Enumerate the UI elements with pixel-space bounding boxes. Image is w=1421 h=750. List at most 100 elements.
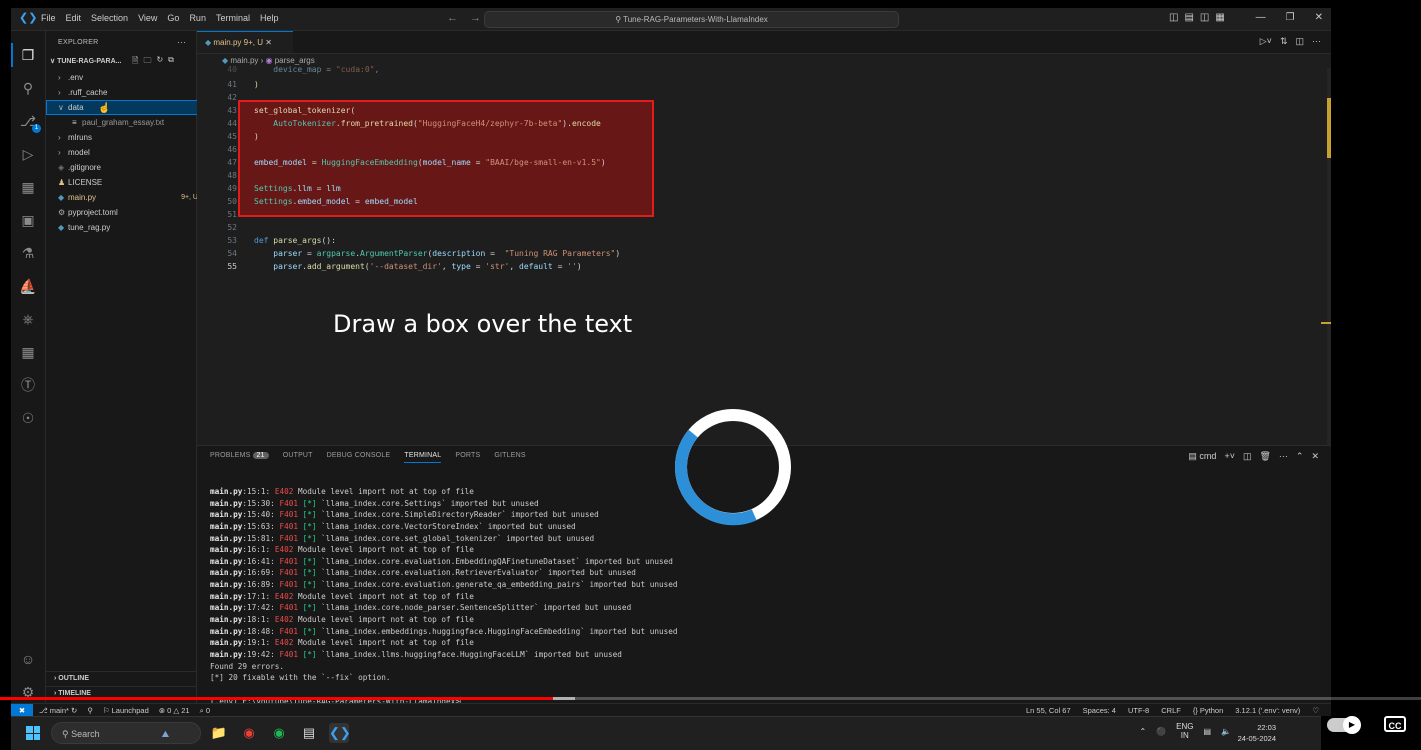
menu-help[interactable]: Help xyxy=(260,13,279,23)
more-actions-icon[interactable]: ··· xyxy=(1312,36,1321,47)
outline-section[interactable]: › OUTLINE xyxy=(46,671,204,686)
live-share-icon[interactable]: ⚲ xyxy=(87,704,93,716)
launchpad-indicator[interactable]: ⚐ Launchpad xyxy=(103,704,149,716)
maximize-panel-icon[interactable]: ⌃ xyxy=(1296,451,1304,462)
menu-go[interactable]: Go xyxy=(167,13,179,23)
forward-arrow-icon[interactable]: → xyxy=(470,12,481,24)
tree-item-data[interactable]: ∨ data ☝ xyxy=(46,100,208,115)
toggle-secondary-sidebar-icon[interactable]: ◫ xyxy=(1200,12,1209,23)
tree-item-pyproject[interactable]: ⚙ pyproject.toml xyxy=(46,205,208,220)
tree-item-ruff-cache[interactable]: › .ruff_cache xyxy=(46,85,208,100)
menu-file[interactable]: File xyxy=(41,13,56,23)
close-icon[interactable]: ✕ xyxy=(265,38,272,47)
split-terminal-icon[interactable]: ◫ xyxy=(1243,451,1252,462)
remote-indicator-icon[interactable]: ✖ xyxy=(11,704,33,716)
tree-item-license[interactable]: ♟ LICENSE xyxy=(46,175,208,190)
workspace-folder[interactable]: ∨ TUNE-RAG-PARA... xyxy=(50,57,122,65)
gitlens-inspect-icon[interactable]: ☉ xyxy=(19,409,37,427)
more-actions-icon[interactable]: ··· xyxy=(1279,451,1288,462)
tree-item-gitignore[interactable]: ◈ .gitignore xyxy=(46,160,208,175)
problems-indicator[interactable]: ⊗ 0 △ 21 xyxy=(159,704,190,716)
terminal-selector[interactable]: ▤ cmd xyxy=(1188,451,1216,462)
remote-explorer-icon[interactable]: ▣ xyxy=(19,211,37,229)
notifications-bell-icon[interactable]: ♡ xyxy=(1312,704,1319,716)
tab-main-py[interactable]: ◆ main.py 9+, U ✕ xyxy=(197,31,293,53)
terminal-app-icon[interactable]: ▤ xyxy=(299,723,319,743)
tab-gitlens[interactable]: GITLENS xyxy=(494,452,525,463)
menu-edit[interactable]: Edit xyxy=(66,13,82,23)
menu-run[interactable]: Run xyxy=(189,13,206,23)
tree-item-env[interactable]: › .env xyxy=(46,70,208,85)
video-progress-bar[interactable] xyxy=(0,697,1421,700)
new-terminal-icon[interactable]: +˅ xyxy=(1224,451,1235,462)
volume-icon[interactable]: 🔈 xyxy=(1221,727,1231,736)
encoding[interactable]: UTF-8 xyxy=(1128,704,1149,716)
close-panel-icon[interactable]: ✕ xyxy=(1311,451,1319,462)
run-debug-icon[interactable]: ▷ xyxy=(19,145,37,163)
command-center[interactable]: ⚲ Tune-RAG-Parameters-With-LlamaIndex xyxy=(484,11,899,28)
toggle-sidebar-icon[interactable]: ◫ xyxy=(1169,12,1178,23)
tree-item-tune-rag[interactable]: ◆ tune_rag.py xyxy=(46,220,208,235)
spotify-icon[interactable]: ◉ xyxy=(269,723,289,743)
kubernetes-icon[interactable]: ⎈ xyxy=(19,310,37,328)
gitlens-icon[interactable]: Ⓣ xyxy=(19,376,37,394)
ports-indicator[interactable]: ⌕ 0 xyxy=(200,704,210,716)
vscode-app-icon[interactable]: ❮❯ xyxy=(329,723,351,743)
tab-debug-console[interactable]: DEBUG CONSOLE xyxy=(327,452,391,463)
tree-item-model[interactable]: › model xyxy=(46,145,208,160)
tab-ports[interactable]: PORTS xyxy=(455,452,480,463)
microphone-icon[interactable]: ⚫ xyxy=(1156,727,1166,736)
new-file-icon[interactable]: 🗎 xyxy=(132,55,138,69)
network-icon[interactable]: ▤ xyxy=(1203,727,1211,736)
terminal-output[interactable]: main.py:15:1: E402 Module level import n… xyxy=(210,486,677,707)
customize-layout-icon[interactable]: ▦ xyxy=(1215,12,1224,23)
back-arrow-icon[interactable]: ← xyxy=(447,12,458,24)
database-icon[interactable]: ▦ xyxy=(19,343,37,361)
source-control-icon[interactable]: ⎇ 1 xyxy=(19,112,41,133)
account-icon[interactable]: ☺ xyxy=(19,650,37,668)
refresh-icon[interactable]: ↻ xyxy=(156,55,163,69)
tab-terminal[interactable]: TERMINAL xyxy=(404,452,442,463)
extensions-icon[interactable]: ▦ xyxy=(19,178,37,196)
tree-item-essay[interactable]: ≡ paul_graham_essay.txt xyxy=(46,115,222,130)
tree-item-main-py[interactable]: ◆ main.py 9+, U xyxy=(46,190,208,205)
search-icon[interactable]: ⚲ xyxy=(19,79,37,97)
tree-item-mlruns[interactable]: › mlruns xyxy=(46,130,208,145)
menu-terminal[interactable]: Terminal xyxy=(216,13,250,23)
chrome-icon[interactable]: ◉ xyxy=(239,723,259,743)
run-icon[interactable]: ▷˅ xyxy=(1260,36,1272,47)
menu-selection[interactable]: Selection xyxy=(91,13,128,23)
new-folder-icon[interactable]: 🗀 xyxy=(143,55,151,69)
compare-icon[interactable]: ⇅ xyxy=(1280,36,1288,47)
taskbar-search[interactable]: ⚲ Search ⛰ xyxy=(51,722,201,744)
python-interpreter[interactable]: 3.12.1 ('.env': venv) xyxy=(1235,704,1300,716)
testing-icon[interactable]: ⚗ xyxy=(19,244,37,262)
minimize-icon[interactable]: — xyxy=(1256,12,1266,23)
code-editor[interactable]: 40 device_map = "cuda:0", 41) 42 43 set_g… xyxy=(197,65,1331,445)
cursor-position[interactable]: Ln 55, Col 67 xyxy=(1026,704,1071,716)
indentation[interactable]: Spaces: 4 xyxy=(1083,704,1116,716)
language-indicator[interactable]: ENG IN xyxy=(1176,722,1193,740)
chevron-up-icon[interactable]: ⌃ xyxy=(1139,727,1146,736)
menu-view[interactable]: View xyxy=(138,13,157,23)
language-mode[interactable]: {} Python xyxy=(1193,704,1223,716)
taskbar-clock[interactable]: 22:03 24-05-2024 xyxy=(1238,722,1276,744)
windows-start-icon[interactable] xyxy=(26,726,40,740)
trash-icon[interactable]: 🗑 xyxy=(1259,451,1270,462)
autoplay-toggle[interactable]: ▶ xyxy=(1327,716,1361,734)
split-editor-icon[interactable]: ◫ xyxy=(1295,36,1304,47)
tab-output[interactable]: OUTPUT xyxy=(283,452,313,463)
explorer-icon[interactable]: ❐ xyxy=(11,43,37,67)
close-window-icon[interactable]: ✕ xyxy=(1315,12,1323,23)
docker-icon[interactable]: ⛵ xyxy=(19,277,37,295)
file-explorer-icon[interactable]: 📁 xyxy=(209,723,229,743)
more-actions-icon[interactable]: ··· xyxy=(177,37,186,47)
collapse-all-icon[interactable]: ⧉ xyxy=(168,55,174,69)
editor-scrollbar[interactable] xyxy=(1321,68,1331,445)
branch-indicator[interactable]: ⎇ main* ↻ xyxy=(39,704,77,716)
tab-problems[interactable]: PROBLEMS 21 xyxy=(210,452,269,463)
captions-button[interactable]: CC xyxy=(1384,716,1406,732)
restore-icon[interactable]: ❐ xyxy=(1286,12,1295,23)
line-ending[interactable]: CRLF xyxy=(1161,704,1181,716)
toggle-panel-icon[interactable]: ▤ xyxy=(1184,12,1193,23)
